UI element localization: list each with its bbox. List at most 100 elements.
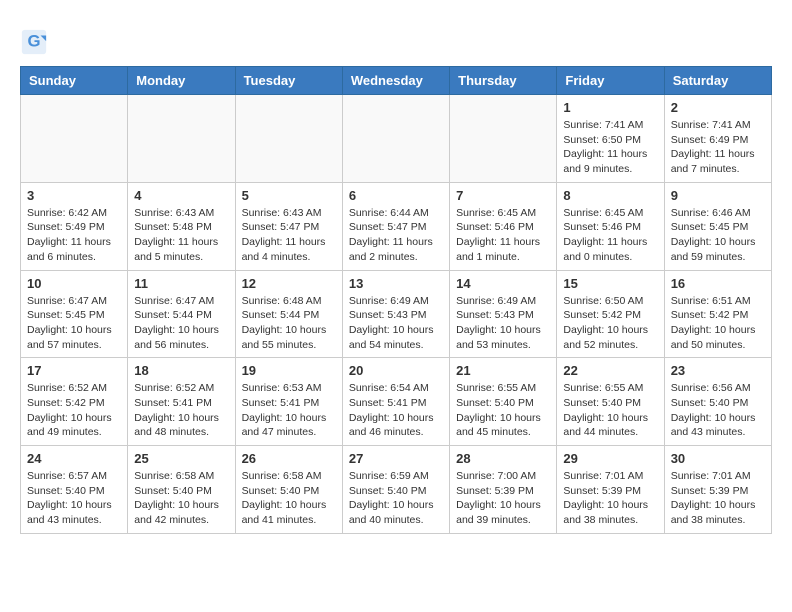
- day-number: 8: [563, 188, 657, 203]
- day-number: 16: [671, 276, 765, 291]
- calendar-day-cell: 5 Sunrise: 6:43 AM Sunset: 5:47 PM Daylig…: [235, 182, 342, 270]
- day-info: Sunrise: 7:01 AM Sunset: 5:39 PM Dayligh…: [563, 469, 657, 528]
- day-number: 5: [242, 188, 336, 203]
- calendar-day-cell: 27 Sunrise: 6:59 AM Sunset: 5:40 PM Dayli…: [342, 446, 449, 534]
- day-info: Sunrise: 6:45 AM Sunset: 5:46 PM Dayligh…: [456, 206, 550, 265]
- day-number: 13: [349, 276, 443, 291]
- calendar-day-cell: [235, 95, 342, 183]
- day-info: Sunrise: 6:42 AM Sunset: 5:49 PM Dayligh…: [27, 206, 121, 265]
- weekday-header: Saturday: [664, 67, 771, 95]
- weekday-header: Friday: [557, 67, 664, 95]
- day-info: Sunrise: 6:53 AM Sunset: 5:41 PM Dayligh…: [242, 381, 336, 440]
- day-number: 4: [134, 188, 228, 203]
- calendar-day-cell: [128, 95, 235, 183]
- day-info: Sunrise: 6:48 AM Sunset: 5:44 PM Dayligh…: [242, 294, 336, 353]
- day-number: 1: [563, 100, 657, 115]
- calendar-day-cell: 19 Sunrise: 6:53 AM Sunset: 5:41 PM Dayli…: [235, 358, 342, 446]
- day-number: 18: [134, 363, 228, 378]
- page-header: G: [20, 20, 772, 56]
- calendar-day-cell: 1 Sunrise: 7:41 AM Sunset: 6:50 PM Daylig…: [557, 95, 664, 183]
- day-info: Sunrise: 6:43 AM Sunset: 5:47 PM Dayligh…: [242, 206, 336, 265]
- calendar-day-cell: 6 Sunrise: 6:44 AM Sunset: 5:47 PM Daylig…: [342, 182, 449, 270]
- svg-text:G: G: [27, 32, 40, 51]
- day-info: Sunrise: 7:41 AM Sunset: 6:50 PM Dayligh…: [563, 118, 657, 177]
- day-number: 3: [27, 188, 121, 203]
- day-info: Sunrise: 6:46 AM Sunset: 5:45 PM Dayligh…: [671, 206, 765, 265]
- day-info: Sunrise: 6:56 AM Sunset: 5:40 PM Dayligh…: [671, 381, 765, 440]
- calendar-table: SundayMondayTuesdayWednesdayThursdayFrid…: [20, 66, 772, 534]
- day-info: Sunrise: 6:54 AM Sunset: 5:41 PM Dayligh…: [349, 381, 443, 440]
- day-info: Sunrise: 6:45 AM Sunset: 5:46 PM Dayligh…: [563, 206, 657, 265]
- day-number: 15: [563, 276, 657, 291]
- day-number: 9: [671, 188, 765, 203]
- day-number: 19: [242, 363, 336, 378]
- logo-icon: G: [20, 28, 48, 56]
- calendar-day-cell: 14 Sunrise: 6:49 AM Sunset: 5:43 PM Dayli…: [450, 270, 557, 358]
- calendar-day-cell: 29Sunrise: 7:01 AM Sunset: 5:39 PM Dayli…: [557, 446, 664, 534]
- day-number: 12: [242, 276, 336, 291]
- weekday-header: Wednesday: [342, 67, 449, 95]
- day-info: Sunrise: 6:47 AM Sunset: 5:45 PM Dayligh…: [27, 294, 121, 353]
- calendar-day-cell: 8 Sunrise: 6:45 AM Sunset: 5:46 PM Daylig…: [557, 182, 664, 270]
- calendar-day-cell: 17 Sunrise: 6:52 AM Sunset: 5:42 PM Dayli…: [21, 358, 128, 446]
- weekday-header: Sunday: [21, 67, 128, 95]
- calendar-day-cell: 25Sunrise: 6:58 AM Sunset: 5:40 PM Dayli…: [128, 446, 235, 534]
- day-number: 14: [456, 276, 550, 291]
- day-info: Sunrise: 6:57 AM Sunset: 5:40 PM Dayligh…: [27, 469, 121, 528]
- calendar-day-cell: [21, 95, 128, 183]
- day-info: Sunrise: 6:52 AM Sunset: 5:42 PM Dayligh…: [27, 381, 121, 440]
- calendar-day-cell: 18 Sunrise: 6:52 AM Sunset: 5:41 PM Dayli…: [128, 358, 235, 446]
- calendar-day-cell: 28Sunrise: 7:00 AM Sunset: 5:39 PM Dayli…: [450, 446, 557, 534]
- day-info: Sunrise: 6:52 AM Sunset: 5:41 PM Dayligh…: [134, 381, 228, 440]
- day-info: Sunrise: 6:49 AM Sunset: 5:43 PM Dayligh…: [456, 294, 550, 353]
- day-number: 6: [349, 188, 443, 203]
- day-number: 11: [134, 276, 228, 291]
- calendar-day-cell: 16Sunrise: 6:51 AM Sunset: 5:42 PM Dayli…: [664, 270, 771, 358]
- calendar-day-cell: [342, 95, 449, 183]
- day-number: 10: [27, 276, 121, 291]
- weekday-header: Thursday: [450, 67, 557, 95]
- day-number: 25: [134, 451, 228, 466]
- calendar-day-cell: 4Sunrise: 6:43 AM Sunset: 5:48 PM Daylig…: [128, 182, 235, 270]
- weekday-header: Monday: [128, 67, 235, 95]
- day-number: 27: [349, 451, 443, 466]
- weekday-header: Tuesday: [235, 67, 342, 95]
- calendar-week-row: 17 Sunrise: 6:52 AM Sunset: 5:42 PM Dayli…: [21, 358, 772, 446]
- calendar-header-row: SundayMondayTuesdayWednesdayThursdayFrid…: [21, 67, 772, 95]
- calendar-day-cell: [450, 95, 557, 183]
- day-number: 17: [27, 363, 121, 378]
- logo: G: [20, 28, 52, 56]
- calendar-week-row: 10 Sunrise: 6:47 AM Sunset: 5:45 PM Dayli…: [21, 270, 772, 358]
- day-info: Sunrise: 6:58 AM Sunset: 5:40 PM Dayligh…: [242, 469, 336, 528]
- calendar-day-cell: 9 Sunrise: 6:46 AM Sunset: 5:45 PM Daylig…: [664, 182, 771, 270]
- day-number: 24: [27, 451, 121, 466]
- calendar-day-cell: 15Sunrise: 6:50 AM Sunset: 5:42 PM Dayli…: [557, 270, 664, 358]
- day-number: 28: [456, 451, 550, 466]
- day-number: 26: [242, 451, 336, 466]
- day-info: Sunrise: 6:55 AM Sunset: 5:40 PM Dayligh…: [456, 381, 550, 440]
- calendar-day-cell: 21 Sunrise: 6:55 AM Sunset: 5:40 PM Dayli…: [450, 358, 557, 446]
- day-info: Sunrise: 6:49 AM Sunset: 5:43 PM Dayligh…: [349, 294, 443, 353]
- calendar-day-cell: 30 Sunrise: 7:01 AM Sunset: 5:39 PM Dayli…: [664, 446, 771, 534]
- day-info: Sunrise: 7:01 AM Sunset: 5:39 PM Dayligh…: [671, 469, 765, 528]
- calendar-week-row: 3 Sunrise: 6:42 AM Sunset: 5:49 PM Daylig…: [21, 182, 772, 270]
- calendar-day-cell: 11 Sunrise: 6:47 AM Sunset: 5:44 PM Dayli…: [128, 270, 235, 358]
- calendar-day-cell: 26 Sunrise: 6:58 AM Sunset: 5:40 PM Dayli…: [235, 446, 342, 534]
- day-info: Sunrise: 6:47 AM Sunset: 5:44 PM Dayligh…: [134, 294, 228, 353]
- day-info: Sunrise: 6:59 AM Sunset: 5:40 PM Dayligh…: [349, 469, 443, 528]
- day-number: 21: [456, 363, 550, 378]
- calendar-day-cell: 12 Sunrise: 6:48 AM Sunset: 5:44 PM Dayli…: [235, 270, 342, 358]
- calendar-week-row: 24 Sunrise: 6:57 AM Sunset: 5:40 PM Dayli…: [21, 446, 772, 534]
- calendar-day-cell: 23 Sunrise: 6:56 AM Sunset: 5:40 PM Dayli…: [664, 358, 771, 446]
- day-number: 22: [563, 363, 657, 378]
- calendar-day-cell: 20 Sunrise: 6:54 AM Sunset: 5:41 PM Dayli…: [342, 358, 449, 446]
- day-number: 2: [671, 100, 765, 115]
- day-number: 23: [671, 363, 765, 378]
- calendar-day-cell: 3 Sunrise: 6:42 AM Sunset: 5:49 PM Daylig…: [21, 182, 128, 270]
- calendar-day-cell: 22Sunrise: 6:55 AM Sunset: 5:40 PM Dayli…: [557, 358, 664, 446]
- day-number: 7: [456, 188, 550, 203]
- day-number: 30: [671, 451, 765, 466]
- day-info: Sunrise: 6:44 AM Sunset: 5:47 PM Dayligh…: [349, 206, 443, 265]
- calendar-day-cell: 7 Sunrise: 6:45 AM Sunset: 5:46 PM Daylig…: [450, 182, 557, 270]
- day-number: 20: [349, 363, 443, 378]
